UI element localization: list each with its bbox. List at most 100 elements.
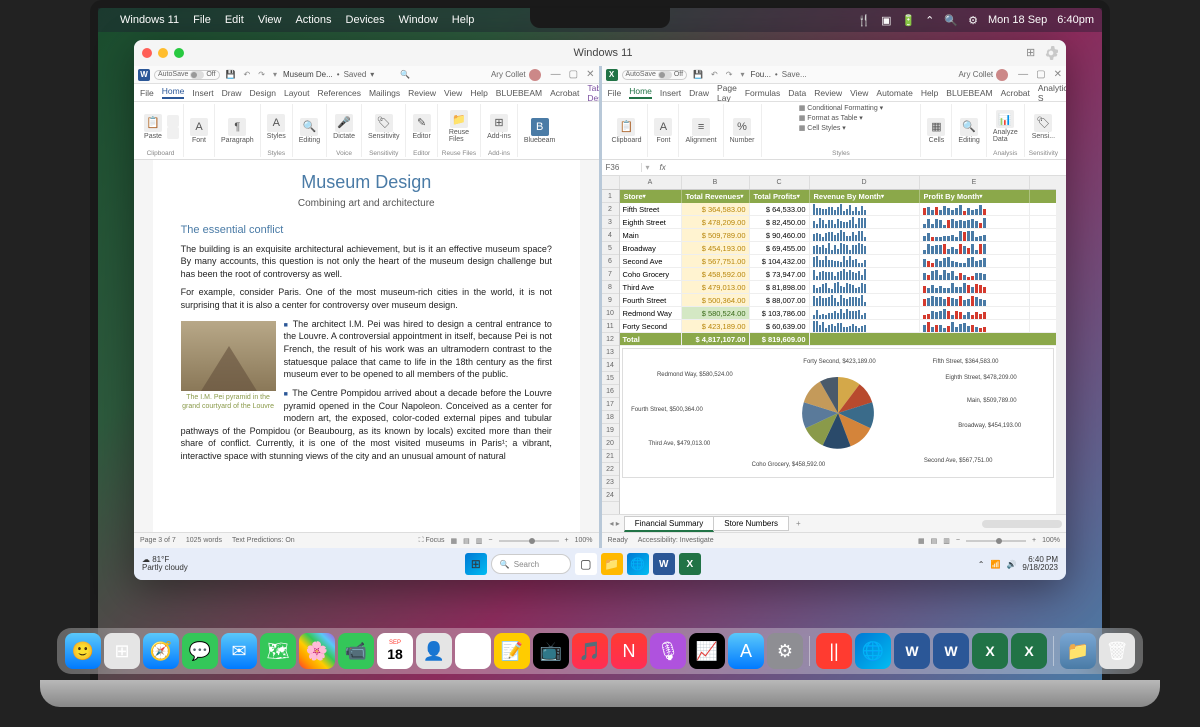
word-paragraph-button[interactable]: ¶Paragraph xyxy=(219,116,256,146)
tray-clock[interactable]: 6:40 PM 9/18/2023 xyxy=(1022,556,1058,572)
menubar-help[interactable]: Help xyxy=(452,14,475,26)
menubar-date[interactable]: Mon 18 Sep xyxy=(988,14,1047,26)
word-zoom-in[interactable]: + xyxy=(565,537,569,544)
excel-autosave-toggle[interactable]: AutoSave Off xyxy=(622,70,688,80)
excel-font-button[interactable]: AFont xyxy=(652,116,674,146)
dock-appstore-icon[interactable]: A xyxy=(728,633,764,669)
dock-parallels-icon[interactable]: || xyxy=(816,633,852,669)
excel-tab-automate[interactable]: Automate xyxy=(876,88,912,98)
excel-header-1[interactable]: Total Revenues ▾ xyxy=(682,190,750,203)
excel-cells-button[interactable]: ▦Cells xyxy=(925,116,947,146)
dock-downloads-icon[interactable]: 📁 xyxy=(1060,633,1096,669)
excel-fx-icon[interactable]: fx xyxy=(654,163,672,172)
word-tab-acrobat[interactable]: Acrobat xyxy=(550,88,579,98)
menubar-devices[interactable]: Devices xyxy=(346,14,385,26)
taskbar-task-view-icon[interactable]: ▢ xyxy=(575,553,597,575)
excel-tab-formulas[interactable]: Formulas xyxy=(745,88,780,98)
excel-tab-insert[interactable]: Insert xyxy=(660,88,681,98)
word-filename[interactable]: Museum De... xyxy=(283,70,333,79)
excel-header-4[interactable]: Profit By Month ▾ xyxy=(920,190,1030,203)
excel-pie-chart[interactable]: Forty Second, $423,189.00Fifth Street, $… xyxy=(622,348,1055,478)
vm-coherence-icon[interactable]: ⊞ xyxy=(1026,46,1040,60)
word-addins-button[interactable]: ⊞Add-ins xyxy=(485,112,513,142)
excel-header-2[interactable]: Total Profits ▾ xyxy=(750,190,810,203)
dock-podcasts-icon[interactable]: 🎙 xyxy=(650,633,686,669)
word-editor-button[interactable]: ✎Editor xyxy=(410,112,432,142)
word-tab-bluebeam[interactable]: BLUEBEAM xyxy=(496,88,542,98)
dock-news-icon[interactable]: N xyxy=(611,633,647,669)
excel-cell-reference[interactable]: F36 xyxy=(602,163,642,172)
taskbar-explorer-icon[interactable]: 📁 xyxy=(601,553,623,575)
word-zoom-slider[interactable] xyxy=(499,540,559,542)
excel-row-6[interactable]: Third Ave$ 479,013.00$ 81,898.00 xyxy=(620,281,1057,294)
dock-notes-icon[interactable]: 📝 xyxy=(494,633,530,669)
dock-finder-icon[interactable]: 🙂 xyxy=(65,633,101,669)
word-paste-button[interactable]: 📋Paste xyxy=(142,112,164,142)
word-cut-icon[interactable] xyxy=(167,115,179,127)
excel-total-row[interactable]: Total$ 4,817,107.00$ 819,609.00 xyxy=(620,333,1057,346)
dock-photos-icon[interactable]: 🌸 xyxy=(299,633,335,669)
excel-clipboard-button[interactable]: 📋Clipboard xyxy=(610,116,644,146)
word-autosave-toggle[interactable]: AutoSave Off xyxy=(154,70,220,80)
excel-min-button[interactable]: — xyxy=(1018,69,1028,80)
excel-tab-data[interactable]: Data xyxy=(788,88,806,98)
tray-chevron-icon[interactable]: ⌃ xyxy=(978,560,985,569)
word-page-indicator[interactable]: Page 3 of 7 xyxy=(140,537,176,544)
dock-edge-icon[interactable]: 🌐 xyxy=(855,633,891,669)
excel-scrollbar[interactable] xyxy=(1056,176,1066,514)
excel-tab-help[interactable]: Help xyxy=(921,88,938,98)
taskbar-search[interactable]: 🔍 Search xyxy=(491,554,571,574)
dock-maps-icon[interactable]: 🗺 xyxy=(260,633,296,669)
dock-reminders-icon[interactable]: ☑ xyxy=(455,633,491,669)
excel-zoom-slider[interactable] xyxy=(966,540,1026,542)
taskbar-start-button[interactable]: ⊞ xyxy=(465,553,487,575)
menubar-wifi-icon[interactable]: ⌃ xyxy=(925,14,934,27)
dock-word-mac-icon[interactable]: W xyxy=(894,633,930,669)
excel-tab-review[interactable]: Review xyxy=(814,88,842,98)
word-font-button[interactable]: AFont xyxy=(188,116,210,146)
word-tab-review[interactable]: Review xyxy=(408,88,436,98)
excel-sensitivity-button[interactable]: 🏷Sensi... xyxy=(1030,112,1057,142)
excel-number-button[interactable]: %Number xyxy=(728,116,757,146)
word-tab-home[interactable]: Home xyxy=(162,86,185,99)
word-view-read-icon[interactable]: ▤ xyxy=(463,537,470,545)
word-dictate-button[interactable]: 🎤Dictate xyxy=(331,112,357,142)
word-tab-references[interactable]: References xyxy=(318,88,361,98)
word-tab-file[interactable]: File xyxy=(140,88,154,98)
vm-settings-icon[interactable] xyxy=(1044,46,1058,60)
word-tab-mailings[interactable]: Mailings xyxy=(369,88,400,98)
excel-tab-file[interactable]: File xyxy=(608,88,622,98)
excel-row-7[interactable]: Fourth Street$ 500,364.00$ 88,007.00 xyxy=(620,294,1057,307)
menubar-utensils-icon[interactable]: 🍴 xyxy=(857,14,871,27)
word-zoom-out[interactable]: − xyxy=(488,537,492,544)
word-search-icon[interactable]: 🔍 xyxy=(398,70,412,79)
menubar-search-icon[interactable]: 🔍 xyxy=(944,14,958,27)
excel-row-headers[interactable]: 123456789101112131415161718192021222324 xyxy=(602,190,620,514)
excel-header-0[interactable]: Store ▾ xyxy=(620,190,682,203)
excel-editing-button[interactable]: 🔍Editing xyxy=(956,116,981,146)
word-editing-button[interactable]: 🔍Editing xyxy=(297,116,322,146)
excel-tab-acrobat[interactable]: Acrobat xyxy=(1001,88,1030,98)
excel-user-avatar[interactable] xyxy=(996,69,1008,81)
word-sensitivity-button[interactable]: 🏷Sensitivity xyxy=(366,112,402,142)
excel-format-as-table[interactable]: ▦ Format as Table ▾ xyxy=(799,114,863,122)
excel-row-5[interactable]: Coho Grocery$ 458,592.00$ 73,947.00 xyxy=(620,268,1057,281)
excel-sheet-nav[interactable]: ◂ ▸ xyxy=(606,519,624,528)
word-tab-layout[interactable]: Layout xyxy=(284,88,310,98)
excel-conditional-formatting[interactable]: ▦ Conditional Formatting ▾ xyxy=(799,104,883,112)
word-redo-icon[interactable]: ↷ xyxy=(256,70,267,79)
word-min-button[interactable]: — xyxy=(551,69,561,80)
word-bluebeam-button[interactable]: BBluebeam xyxy=(522,116,558,146)
menubar-window[interactable]: Window xyxy=(399,14,438,26)
excel-tab-bluebeam[interactable]: BLUEBEAM xyxy=(946,88,992,98)
dock-music-icon[interactable]: 🎵 xyxy=(572,633,608,669)
word-tab-draw[interactable]: Draw xyxy=(222,88,242,98)
excel-zoom-in[interactable]: + xyxy=(1032,537,1036,544)
word-tab-table-design[interactable]: Table Design xyxy=(587,83,598,103)
word-tab-insert[interactable]: Insert xyxy=(192,88,213,98)
word-tab-view[interactable]: View xyxy=(444,88,462,98)
tray-wifi-icon[interactable]: 📶 xyxy=(990,560,1000,569)
dock-excel-win-icon[interactable]: X xyxy=(1011,633,1047,669)
excel-row-2[interactable]: Main$ 509,789.00$ 90,460.00 xyxy=(620,229,1057,242)
word-zoom-level[interactable]: 100% xyxy=(575,537,593,544)
